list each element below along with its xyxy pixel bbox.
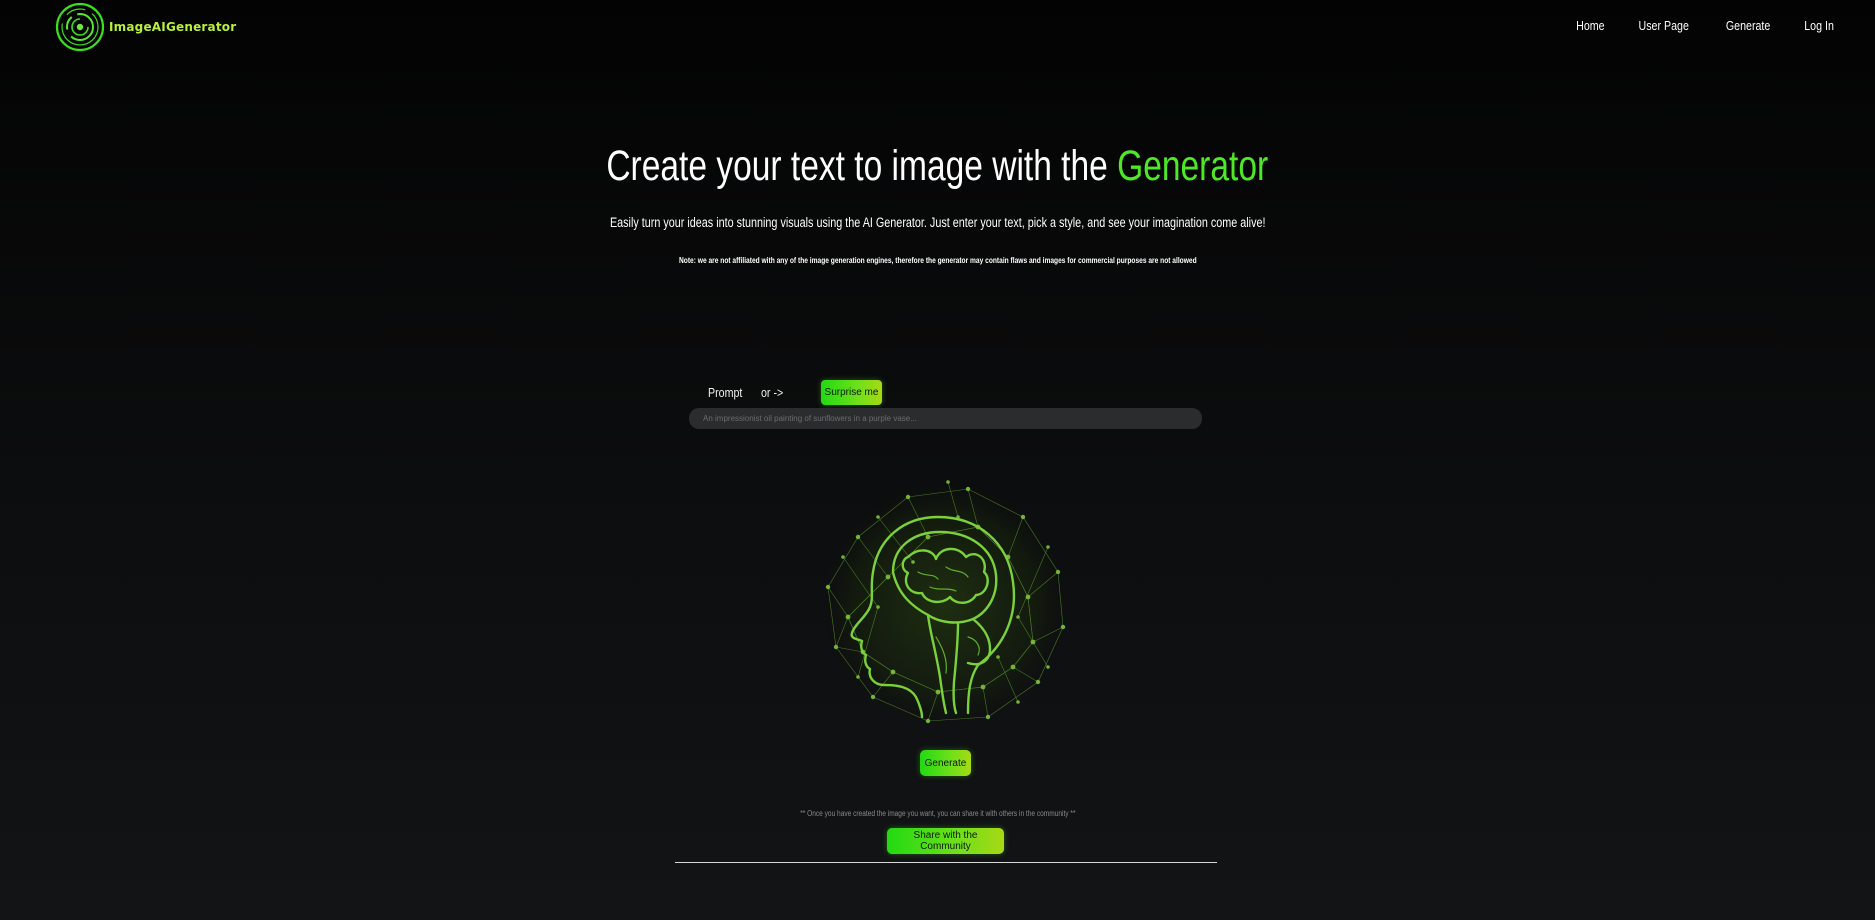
share-note-text: ** Once you have created the image you w… [799,809,1076,818]
disclaimer-note-text: Note: we are not affiliated with any of … [678,255,1197,265]
nav-user-page[interactable]: User Page [1639,18,1689,33]
generate-button[interactable]: Generate [920,750,971,776]
page: ImageAIGenerator Home User Page Generate… [0,0,1875,920]
nav-home[interactable]: Home [1576,18,1604,33]
nav-generate[interactable]: Generate [1726,18,1770,33]
logo-link[interactable]: ImageAIGenerator [55,2,236,52]
share-with-community-button[interactable]: Share with the Community [887,828,1004,854]
prompt-input[interactable] [689,408,1202,429]
nav-log-in[interactable]: Log In [1804,18,1834,33]
main-nav: Home User Page Generate Log In [1573,18,1837,33]
hero-subtitle: Easily turn your ideas into stunning vis… [0,215,1875,230]
logo-text: ImageAIGenerator [109,20,237,34]
prompt-label-text: Prompt [708,385,743,400]
surprise-me-button[interactable]: Surprise me [821,380,882,405]
disclaimer-note: Note: we are not affiliated with any of … [0,255,1875,265]
hero-title-prefix: Create your text to image with the [606,142,1118,190]
header: ImageAIGenerator Home User Page Generate… [0,0,1875,56]
or-label: or -> [761,385,788,400]
or-label-text: or -> [761,385,784,400]
hero-title: Create your text to image with the Gener… [0,142,1875,191]
prompt-label: Prompt [708,385,750,400]
divider [675,862,1217,863]
hero-subtitle-text: Easily turn your ideas into stunning vis… [609,215,1266,230]
hero-title-accent: Generator [1117,142,1269,190]
brain-preview-image [821,480,1069,728]
share-note: ** Once you have created the image you w… [0,809,1875,818]
logo-icon [55,2,105,52]
